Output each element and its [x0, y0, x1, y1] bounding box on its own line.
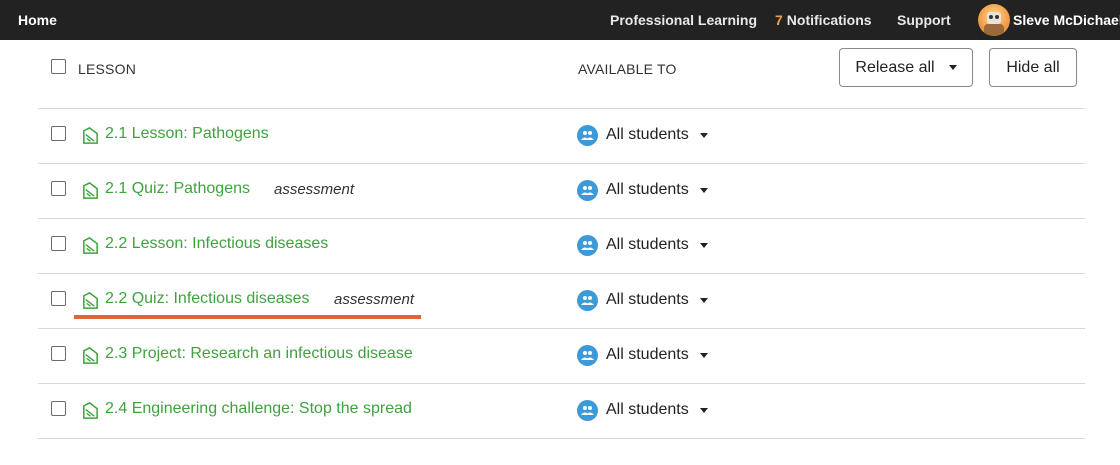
row-checkbox[interactable]	[51, 346, 66, 361]
assessment-tag: assessment	[274, 181, 355, 198]
table-row: 2.4 Engineering challenge: Stop the spre…	[38, 383, 1085, 438]
available-to-label: All students	[606, 181, 689, 198]
lesson-icon	[83, 237, 98, 254]
highlight-underline	[74, 315, 421, 319]
lesson-link[interactable]: 2.1 Quiz: Pathogens	[105, 180, 250, 198]
lesson-link[interactable]: 2.4 Engineering challenge: Stop the spre…	[105, 400, 412, 418]
notifications-link[interactable]: 7 Notifications	[775, 12, 872, 28]
avatar	[978, 4, 1010, 36]
available-to-label: All students	[606, 346, 689, 363]
available-to-label: All students	[606, 236, 689, 253]
table-row: 2.1 Lesson: Pathogens All students	[38, 108, 1085, 163]
chevron-down-icon	[699, 187, 708, 193]
table-row: 2.3 Project: Research an infectious dise…	[38, 328, 1085, 383]
group-icon	[577, 234, 598, 256]
top-nav-bar: Home Professional Learning 7 Notification…	[0, 0, 1120, 40]
group-icon	[577, 124, 598, 146]
chevron-down-icon	[699, 407, 708, 413]
user-name: Sleve McDichael	[1013, 12, 1120, 28]
row-checkbox[interactable]	[51, 236, 66, 251]
lesson-link[interactable]: 2.1 Lesson: Pathogens	[105, 125, 269, 143]
table-row: 2.2 Quiz: Infectious diseases assessment…	[38, 273, 1085, 328]
available-to-column-header: AVAILABLE TO	[578, 61, 677, 77]
chevron-down-icon	[699, 132, 708, 138]
lesson-link[interactable]: 2.2 Lesson: Infectious diseases	[105, 235, 328, 253]
chevron-down-icon	[699, 352, 708, 358]
available-to-label: All students	[606, 401, 689, 418]
hide-all-button[interactable]: Hide all	[989, 48, 1077, 87]
notifications-count: 7	[775, 12, 783, 28]
row-checkbox[interactable]	[51, 401, 66, 416]
available-to-label: All students	[606, 126, 689, 143]
chevron-down-icon	[948, 65, 957, 70]
home-link[interactable]: Home	[18, 12, 57, 28]
assessment-tag: assessment	[334, 291, 415, 308]
user-menu[interactable]: Sleve McDichael	[978, 4, 1120, 36]
available-to-dropdown[interactable]: All students	[577, 289, 708, 311]
chevron-down-icon	[699, 297, 708, 303]
lesson-icon	[83, 292, 98, 309]
group-icon	[577, 344, 598, 366]
table-row: 2.2 Lesson: Infectious diseases All stud…	[38, 218, 1085, 273]
lesson-icon	[83, 127, 98, 144]
lesson-link[interactable]: 2.3 Project: Research an infectious dise…	[105, 345, 413, 363]
available-to-label: All students	[606, 291, 689, 308]
lesson-icon	[83, 182, 98, 199]
lesson-icon	[83, 347, 98, 364]
notifications-label: Notifications	[786, 12, 872, 28]
chevron-down-icon	[699, 242, 708, 248]
divider	[38, 438, 1085, 439]
release-all-label: Release all	[855, 58, 935, 76]
group-icon	[577, 179, 598, 201]
row-checkbox[interactable]	[51, 291, 66, 306]
available-to-dropdown[interactable]: All students	[577, 399, 708, 421]
available-to-dropdown[interactable]: All students	[577, 179, 708, 201]
support-link[interactable]: Support	[897, 12, 951, 28]
row-checkbox[interactable]	[51, 181, 66, 196]
available-to-dropdown[interactable]: All students	[577, 124, 708, 146]
lesson-table-header: LESSON AVAILABLE TO Release all Hide all	[38, 40, 1085, 108]
lesson-link[interactable]: 2.2 Quiz: Infectious diseases	[105, 290, 310, 308]
professional-learning-link[interactable]: Professional Learning	[610, 12, 757, 28]
lesson-column-header: LESSON	[78, 61, 136, 77]
lesson-icon	[83, 402, 98, 419]
available-to-dropdown[interactable]: All students	[577, 344, 708, 366]
release-all-button[interactable]: Release all	[839, 48, 973, 87]
group-icon	[577, 289, 598, 311]
row-checkbox[interactable]	[51, 126, 66, 141]
available-to-dropdown[interactable]: All students	[577, 234, 708, 256]
group-icon	[577, 399, 598, 421]
select-all-checkbox[interactable]	[51, 59, 66, 74]
table-row: 2.1 Quiz: Pathogens assessment All stude…	[38, 163, 1085, 218]
